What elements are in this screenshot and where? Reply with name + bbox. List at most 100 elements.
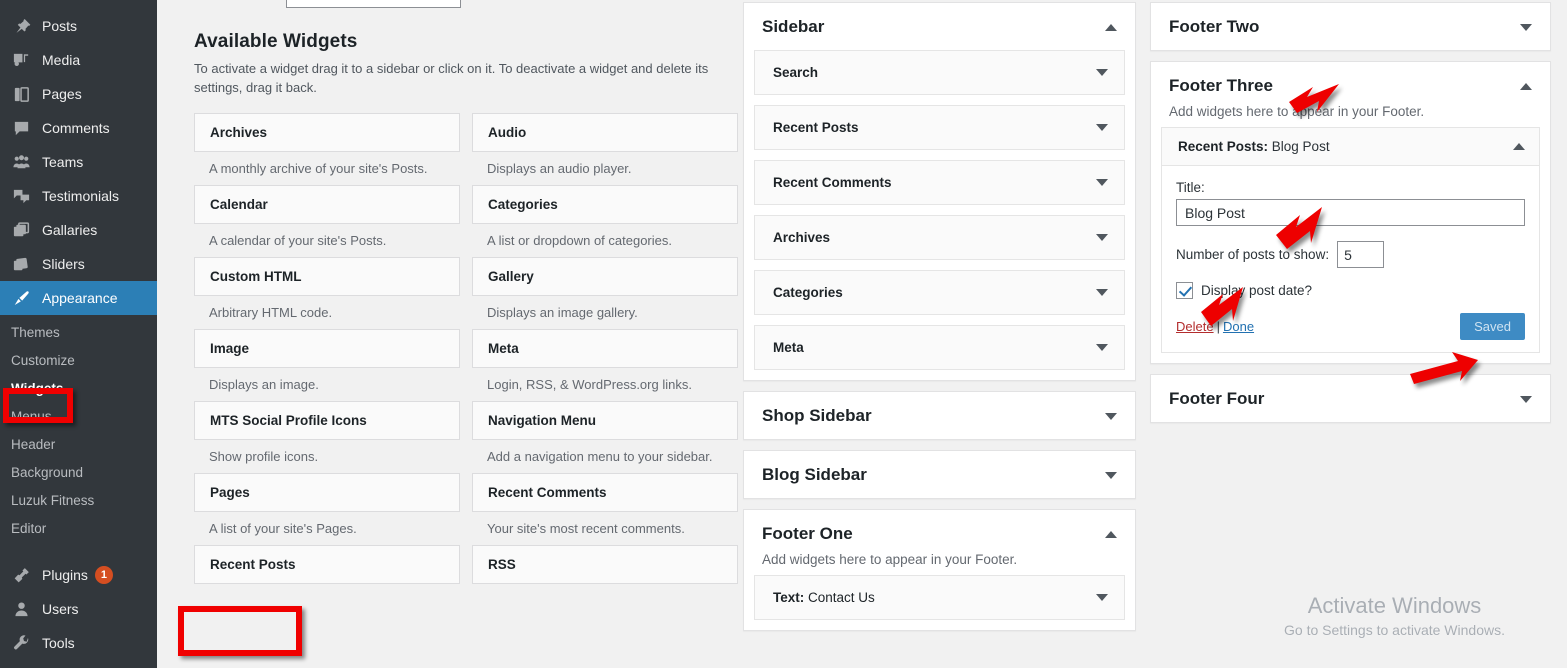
chevron-down-icon[interactable] xyxy=(1096,234,1108,241)
widget-card-image[interactable]: Image xyxy=(194,329,460,368)
sidebar-item-media[interactable]: Media xyxy=(0,43,157,77)
widget-form-actions: Delete | Done Saved xyxy=(1176,313,1525,340)
sidebar-item-label: Posts xyxy=(42,18,78,34)
done-link[interactable]: Done xyxy=(1223,319,1254,334)
submenu-item-editor[interactable]: Editor xyxy=(0,515,157,543)
available-widgets-grid: Archives A monthly archive of your site'… xyxy=(194,113,738,584)
panel-footer-one-header[interactable]: Footer One xyxy=(744,510,1135,557)
posts-count-input[interactable] xyxy=(1337,241,1385,268)
chevron-down-icon[interactable] xyxy=(1105,412,1117,420)
testimonials-icon xyxy=(9,186,33,206)
sidebar-item-comments[interactable]: Comments xyxy=(0,111,157,145)
sidebar-item-teams[interactable]: Teams xyxy=(0,145,157,179)
chevron-up-icon[interactable] xyxy=(1105,23,1117,31)
panel-shop-sidebar-header[interactable]: Shop Sidebar xyxy=(744,392,1135,439)
panel-footer-three-body: Recent Posts: Blog Post Title: Number of… xyxy=(1151,127,1550,363)
widget-card-recent-posts[interactable]: Recent Posts xyxy=(194,545,460,584)
sidebar-item-tools[interactable]: Tools xyxy=(0,626,157,660)
widget-description: Displays an image gallery. xyxy=(487,305,638,320)
panel-footer-four-header[interactable]: Footer Four xyxy=(1151,375,1550,422)
chevron-up-icon[interactable] xyxy=(1513,143,1525,150)
widget-card-custom-html[interactable]: Custom HTML xyxy=(194,257,460,296)
pages-icon xyxy=(9,84,33,104)
search-widgets-input[interactable] xyxy=(286,0,461,8)
chevron-down-icon[interactable] xyxy=(1096,344,1108,351)
chevron-down-icon[interactable] xyxy=(1096,124,1108,131)
widget-card-navigation-menu[interactable]: Navigation Menu xyxy=(472,401,738,440)
sidebar-item-users[interactable]: Users xyxy=(0,592,157,626)
appearance-submenu: Themes Customize Widgets Menus Header Ba… xyxy=(0,315,157,549)
submenu-item-luzuk-fitness[interactable]: Luzuk Fitness xyxy=(0,487,157,515)
assigned-widget-recent-comments[interactable]: Recent Comments xyxy=(754,160,1125,205)
widget-card-rss[interactable]: RSS xyxy=(472,545,738,584)
sidebar-item-label: Users xyxy=(42,601,79,617)
panel-sidebar-header[interactable]: Sidebar xyxy=(744,3,1135,50)
panel-description: Add widgets here to appear in your Foote… xyxy=(762,552,1018,567)
widget-cell: Pages A list of your site's Pages. xyxy=(194,473,460,545)
chevron-down-icon[interactable] xyxy=(1520,23,1532,31)
sidebar-item-appearance[interactable]: Appearance xyxy=(0,281,157,315)
chevron-down-icon[interactable] xyxy=(1105,471,1117,479)
pin-icon xyxy=(9,16,33,36)
chevron-down-icon[interactable] xyxy=(1096,179,1108,186)
sidebar-item-label: Pages xyxy=(42,86,82,102)
panel-footer-four: Footer Four xyxy=(1150,374,1551,423)
chevron-up-icon[interactable] xyxy=(1105,530,1117,538)
assigned-widget-recent-posts[interactable]: Recent Posts xyxy=(754,105,1125,150)
widget-card-recent-comments[interactable]: Recent Comments xyxy=(472,473,738,512)
widget-cell: Recent Posts xyxy=(194,545,460,584)
widget-card-audio[interactable]: Audio xyxy=(472,113,738,152)
chevron-down-icon[interactable] xyxy=(1096,289,1108,296)
sidebar-item-label: Testimonials xyxy=(42,188,120,204)
chevron-down-icon[interactable] xyxy=(1096,594,1108,601)
widget-card-meta[interactable]: Meta xyxy=(472,329,738,368)
chevron-down-icon[interactable] xyxy=(1520,395,1532,403)
panel-title: Sidebar xyxy=(762,17,825,36)
footers-column: Footer Two Footer Three Add widgets here… xyxy=(1136,0,1551,668)
widget-cell: Audio Displays an audio player. xyxy=(472,113,738,185)
sidebar-item-posts[interactable]: Posts xyxy=(0,9,157,43)
widget-form-header[interactable]: Recent Posts: Blog Post xyxy=(1162,128,1539,166)
sidebar-item-gallaries[interactable]: Gallaries xyxy=(0,213,157,247)
widget-card-archives[interactable]: Archives xyxy=(194,113,460,152)
widget-name: Categories xyxy=(773,285,843,300)
widget-card-calendar[interactable]: Calendar xyxy=(194,185,460,224)
sidebar-item-sliders[interactable]: Sliders xyxy=(0,247,157,281)
sidebar-item-label: Plugins xyxy=(42,567,88,583)
submenu-item-widgets[interactable]: Widgets xyxy=(0,375,157,403)
title-input[interactable] xyxy=(1176,199,1525,226)
assigned-widget-text-contact-us[interactable]: Text: Contact Us xyxy=(754,575,1125,620)
assigned-widget-categories[interactable]: Categories xyxy=(754,270,1125,315)
panel-sidebar-body: Search Recent Posts Recent Comments Arch… xyxy=(744,50,1135,380)
chevron-down-icon[interactable] xyxy=(1096,69,1108,76)
assigned-widget-meta[interactable]: Meta xyxy=(754,325,1125,370)
submenu-item-background[interactable]: Background xyxy=(0,459,157,487)
sidebar-item-pages[interactable]: Pages xyxy=(0,77,157,111)
panel-footer-two-header[interactable]: Footer Two xyxy=(1151,3,1550,50)
chevron-up-icon[interactable] xyxy=(1520,82,1532,90)
submenu-item-menus[interactable]: Menus xyxy=(0,403,157,431)
display-post-date-row[interactable]: Display post date? xyxy=(1176,282,1525,299)
assigned-widget-archives[interactable]: Archives xyxy=(754,215,1125,260)
widget-description: A list of your site's Pages. xyxy=(209,521,357,536)
display-post-date-checkbox[interactable] xyxy=(1176,282,1193,299)
media-icon xyxy=(9,50,33,70)
sidebar-item-testimonials[interactable]: Testimonials xyxy=(0,179,157,213)
sidebar-item-plugins[interactable]: Plugins 1 xyxy=(0,558,157,592)
panel-footer-three-header[interactable]: Footer Three xyxy=(1151,62,1550,109)
windows-activation-watermark: Activate Windows Go to Settings to activ… xyxy=(1284,592,1505,640)
widget-card-mts-social-profile-icons[interactable]: MTS Social Profile Icons xyxy=(194,401,460,440)
widget-card-gallery[interactable]: Gallery xyxy=(472,257,738,296)
save-button[interactable]: Saved xyxy=(1460,313,1525,340)
assigned-widget-search[interactable]: Search xyxy=(754,50,1125,95)
submenu-item-themes[interactable]: Themes xyxy=(0,319,157,347)
sidebar-item-label: Tools xyxy=(42,635,75,651)
page-header-cutoff xyxy=(176,0,721,8)
widget-form-links: Delete | Done xyxy=(1176,319,1254,334)
widget-card-pages[interactable]: Pages xyxy=(194,473,460,512)
submenu-item-header[interactable]: Header xyxy=(0,431,157,459)
delete-link[interactable]: Delete xyxy=(1176,319,1214,334)
panel-blog-sidebar-header[interactable]: Blog Sidebar xyxy=(744,451,1135,498)
widget-card-categories[interactable]: Categories xyxy=(472,185,738,224)
submenu-item-customize[interactable]: Customize xyxy=(0,347,157,375)
